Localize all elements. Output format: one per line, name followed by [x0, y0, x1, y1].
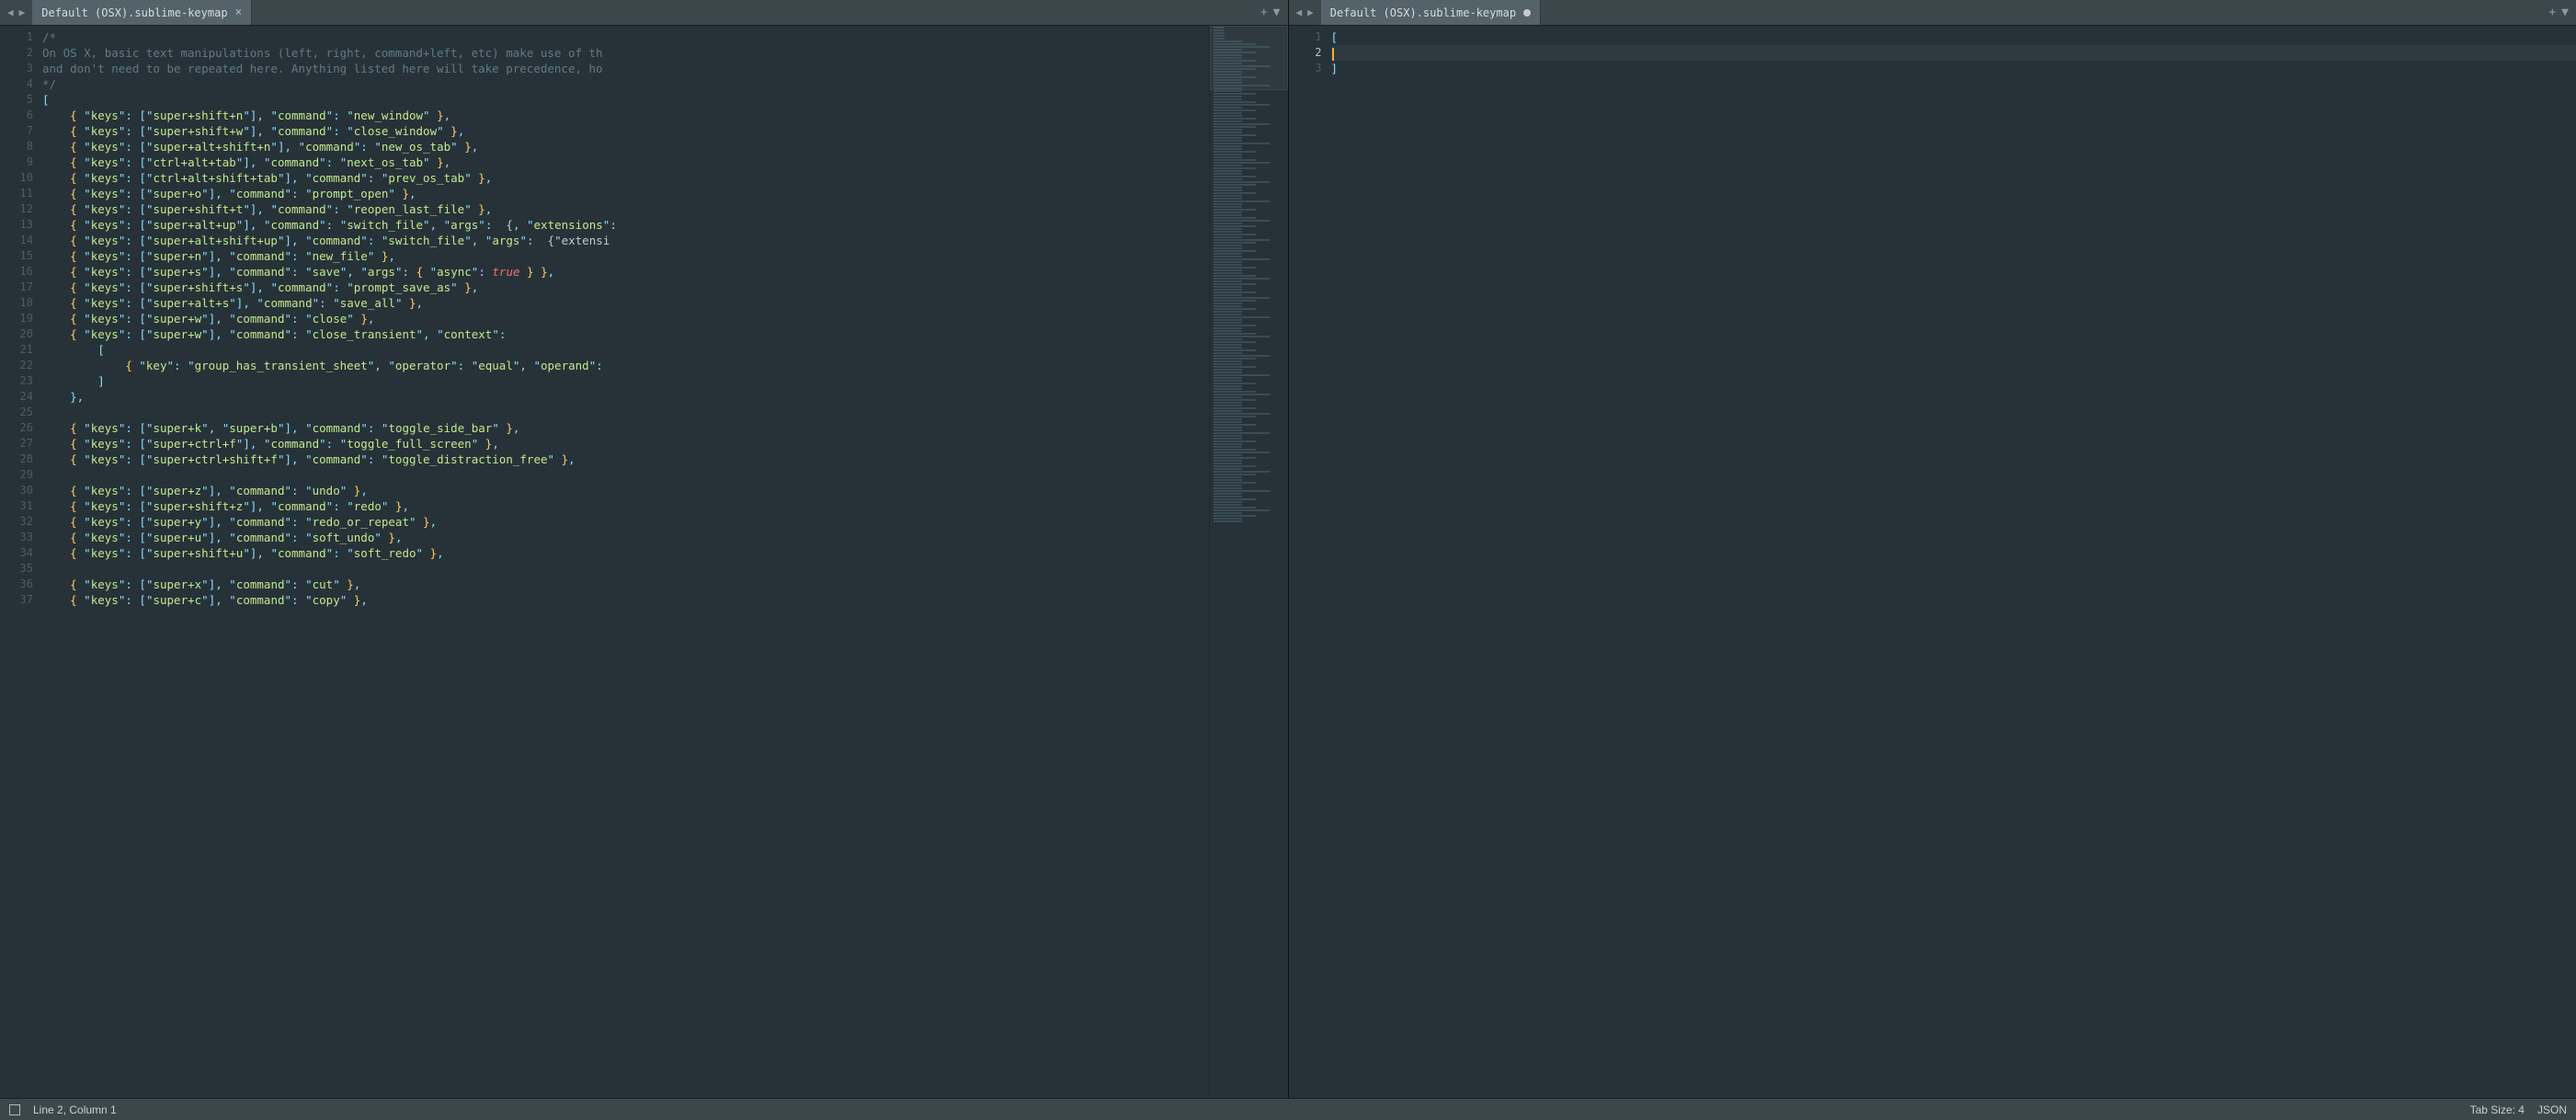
- nav-next-icon[interactable]: ▶: [17, 5, 28, 20]
- tab-title: Default (OSX).sublime-keymap: [1330, 6, 1516, 19]
- right-code[interactable]: []: [1331, 26, 2576, 1098]
- right-editor[interactable]: 123 []: [1289, 26, 2576, 1098]
- right-tabbar: ◀ ▶ Default (OSX).sublime-keymap + ▼: [1289, 0, 2576, 26]
- statusbar: Line 2, Column 1 Tab Size: 4 JSON: [0, 1098, 2576, 1120]
- new-tab-icon[interactable]: +: [2548, 6, 2556, 19]
- left-tab[interactable]: Default (OSX).sublime-keymap ×: [32, 0, 252, 25]
- tab-menu-icon[interactable]: ▼: [1273, 6, 1281, 19]
- left-editor[interactable]: 1234567891011121314151617181920212223242…: [0, 26, 1288, 1098]
- left-gutter: 1234567891011121314151617181920212223242…: [0, 26, 42, 1098]
- tab-title: Default (OSX).sublime-keymap: [41, 6, 227, 19]
- panel-switch-icon[interactable]: [9, 1104, 20, 1115]
- dirty-indicator-icon: [1523, 9, 1531, 17]
- right-tab[interactable]: Default (OSX).sublime-keymap: [1321, 0, 1541, 25]
- right-gutter: 123: [1289, 26, 1331, 1098]
- left-pane: ◀ ▶ Default (OSX).sublime-keymap × + ▼ 1…: [0, 0, 1289, 1098]
- nav-prev-icon[interactable]: ◀: [6, 5, 16, 20]
- status-tab-size[interactable]: Tab Size: 4: [2470, 1103, 2525, 1116]
- new-tab-icon[interactable]: +: [1260, 6, 1268, 19]
- left-code[interactable]: /*On OS X, basic text manipulations (lef…: [42, 26, 1209, 1098]
- right-pane: ◀ ▶ Default (OSX).sublime-keymap + ▼ 123…: [1289, 0, 2576, 1098]
- status-syntax[interactable]: JSON: [2537, 1103, 2567, 1116]
- tab-menu-icon[interactable]: ▼: [2561, 6, 2569, 19]
- left-tabbar: ◀ ▶ Default (OSX).sublime-keymap × + ▼: [0, 0, 1288, 26]
- status-position[interactable]: Line 2, Column 1: [33, 1103, 117, 1116]
- close-icon[interactable]: ×: [235, 6, 243, 18]
- nav-prev-icon[interactable]: ◀: [1294, 5, 1305, 20]
- split-panes: ◀ ▶ Default (OSX).sublime-keymap × + ▼ 1…: [0, 0, 2576, 1098]
- left-minimap[interactable]: [1209, 26, 1288, 1098]
- nav-next-icon[interactable]: ▶: [1305, 5, 1316, 20]
